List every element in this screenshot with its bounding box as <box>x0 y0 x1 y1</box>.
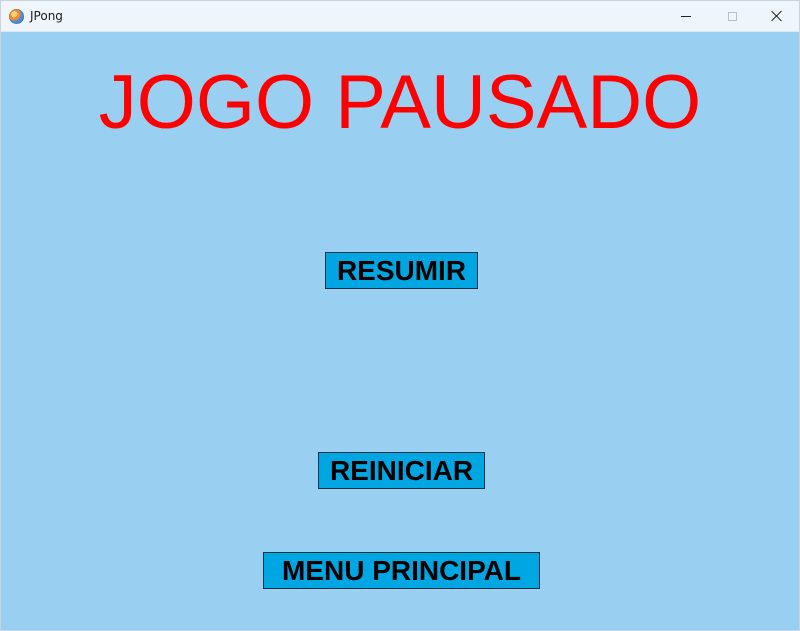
title-bar[interactable]: JPong <box>1 1 799 32</box>
resume-button[interactable]: RESUMIR <box>325 252 478 289</box>
page-title: JOGO PAUSADO <box>98 60 702 145</box>
close-button[interactable] <box>754 1 799 31</box>
app-window: JPong JOGO PAUSADO RESUMIR REINICIAR MEN… <box>0 0 800 631</box>
pause-screen: JOGO PAUSADO RESUMIR REINICIAR MENU PRIN… <box>1 32 799 630</box>
close-icon <box>771 10 783 22</box>
restart-button[interactable]: REINICIAR <box>318 452 485 489</box>
minimize-icon <box>681 15 691 17</box>
minimize-button[interactable] <box>663 1 709 31</box>
window-title: JPong <box>30 9 63 23</box>
app-icon <box>9 9 24 24</box>
maximize-button[interactable] <box>709 1 755 31</box>
main-menu-button[interactable]: MENU PRINCIPAL <box>263 552 540 589</box>
maximize-icon <box>727 11 737 21</box>
